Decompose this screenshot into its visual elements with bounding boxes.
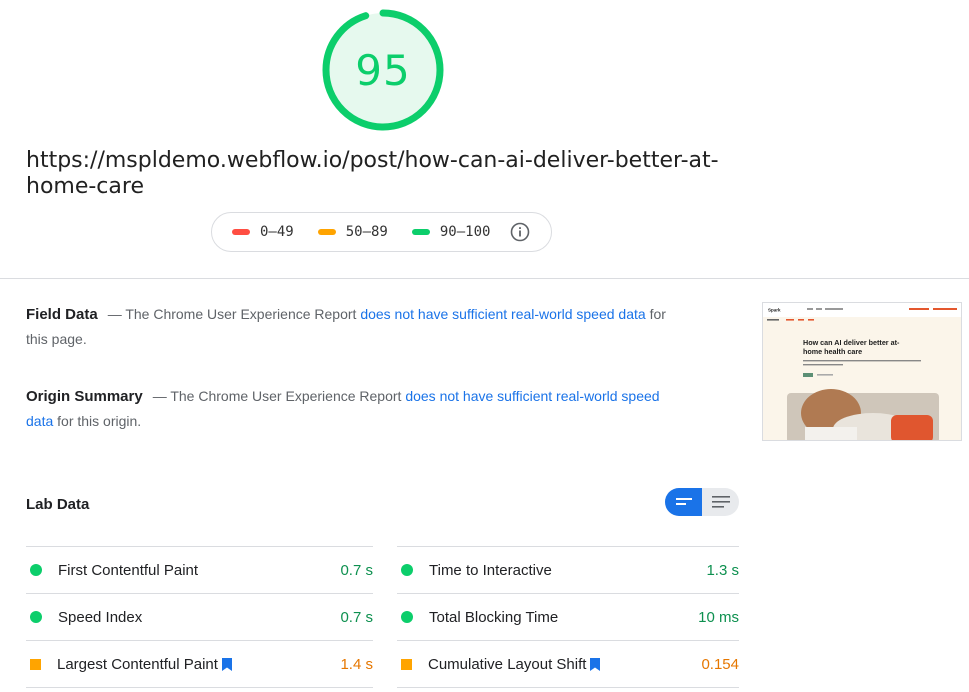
compact-list-icon <box>675 498 692 505</box>
average-indicator-icon <box>30 658 41 670</box>
field-data-prefix: — The Chrome User Experience Report <box>107 306 361 322</box>
average-indicator-icon <box>401 658 412 670</box>
legend-fail-bar <box>232 229 250 235</box>
legend-item-fail: 0–49 <box>232 224 294 240</box>
metric-list-bottom-border <box>26 687 373 688</box>
thumbnail-logo: Spark <box>768 308 781 313</box>
thumbnail-graphic: Spark How can AI deliver better at- home… <box>763 303 961 440</box>
metric-value: 1.4 s <box>340 655 373 673</box>
metric-value: 0.7 s <box>340 561 373 579</box>
page-url: https://mspldemo.webflow.io/post/how-can… <box>26 148 719 199</box>
metric-label: Time to Interactive <box>429 561 552 579</box>
legend-pass-label: 90–100 <box>439 224 491 240</box>
metric-label: Total Blocking Time <box>429 608 559 626</box>
metric-cumulative-layout-shift: Cumulative Layout Shift 0.154 <box>397 640 739 687</box>
metric-list-bottom-border <box>397 687 739 688</box>
lab-data-heading: Lab Data <box>26 496 90 513</box>
metric-value: 0.154 <box>701 655 739 673</box>
bookmark-icon[interactable] <box>590 657 601 671</box>
origin-summary-heading: Origin Summary <box>26 388 143 405</box>
section-divider <box>0 278 969 279</box>
compact-view-button[interactable] <box>665 488 702 516</box>
metric-time-to-interactive: Time to Interactive 1.3 s <box>397 546 739 593</box>
metric-label: Cumulative Layout Shift <box>428 655 587 673</box>
pass-indicator-icon <box>401 611 413 623</box>
legend-item-pass: 90–100 <box>411 224 491 240</box>
field-data-link[interactable]: does not have sufficient real-world spee… <box>360 306 645 322</box>
metric-label: Largest Contentful Paint <box>57 655 218 673</box>
legend-average-label: 50–89 <box>345 224 388 240</box>
info-icon[interactable] <box>510 222 530 242</box>
field-data-section: Field Data — The Chrome User Experience R… <box>26 302 686 352</box>
pass-indicator-icon <box>30 611 42 623</box>
metric-largest-contentful-paint: Largest Contentful Paint 1.4 s <box>26 640 373 687</box>
field-data-heading: Field Data <box>26 306 98 323</box>
legend-average-bar <box>317 229 336 235</box>
metric-value: 1.3 s <box>706 561 739 579</box>
metric-value: 10 ms <box>698 608 739 626</box>
metric-first-contentful-paint: First Contentful Paint 0.7 s <box>26 546 373 593</box>
svg-text:How can AI deliver better at-: How can AI deliver better at- home healt… <box>803 338 901 356</box>
origin-summary-section: Origin Summary — The Chrome User Experien… <box>26 384 686 434</box>
view-toggle[interactable] <box>665 488 739 516</box>
score-legend: 0–49 50–89 90–100 <box>211 212 552 252</box>
expanded-list-icon <box>711 496 730 508</box>
performance-score: 95 <box>355 45 411 95</box>
legend-fail-label: 0–49 <box>260 224 294 240</box>
metric-label: Speed Index <box>58 608 143 626</box>
metric-value: 0.7 s <box>340 608 373 626</box>
lab-metrics-left: First Contentful Paint 0.7 s Speed Index… <box>26 546 373 688</box>
legend-item-average: 50–89 <box>317 224 388 240</box>
bookmark-icon[interactable] <box>221 657 232 671</box>
legend-pass-bar <box>411 229 430 235</box>
metric-speed-index: Speed Index 0.7 s <box>26 593 373 640</box>
pass-indicator-icon <box>401 564 413 576</box>
lab-metrics-right: Time to Interactive 1.3 s Total Blocking… <box>397 546 739 688</box>
metric-label: First Contentful Paint <box>58 561 199 579</box>
pass-indicator-icon <box>30 564 42 576</box>
metric-total-blocking-time: Total Blocking Time 10 ms <box>397 593 739 640</box>
expanded-view-button[interactable] <box>702 488 739 516</box>
origin-summary-suffix: for this origin. <box>53 413 142 429</box>
page-screenshot-thumbnail: Spark How can AI deliver better at- home… <box>762 302 962 441</box>
origin-summary-prefix: — The Chrome User Experience Report <box>152 388 406 404</box>
